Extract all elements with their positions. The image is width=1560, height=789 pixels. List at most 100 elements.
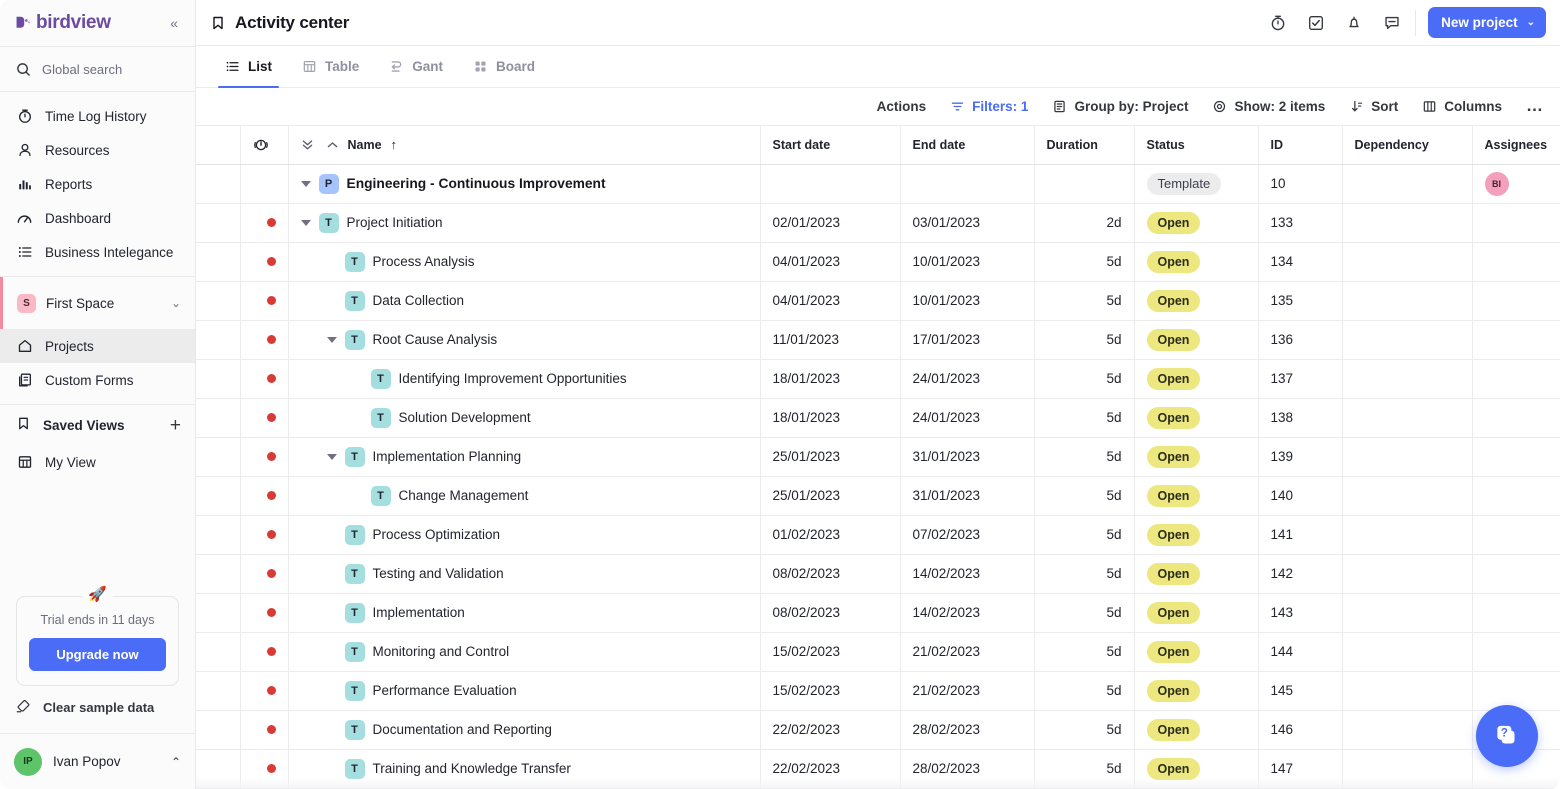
row-duration-cell[interactable]: 5d: [1034, 242, 1135, 282]
row-end-date-cell[interactable]: 21/02/2023: [900, 632, 1035, 672]
col-header-duration[interactable]: Duration: [1034, 126, 1135, 165]
row-name-cell[interactable]: T Implementation: [288, 593, 761, 633]
table-row[interactable]: T Implementation 08/02/2023 14/02/2023 5d Ope…: [196, 593, 1560, 633]
table-row[interactable]: T Implementation Planning 25/01/2023 31/01/…: [196, 437, 1560, 477]
row-status-cell[interactable]: Open: [1134, 437, 1259, 477]
row-collapse-caret[interactable]: [300, 180, 311, 187]
row-status-cell[interactable]: Open: [1134, 593, 1259, 633]
sidebar-item-time-log-history[interactable]: Time Log History: [0, 99, 195, 133]
row-status-cell[interactable]: Open: [1134, 242, 1259, 282]
row-end-date-cell[interactable]: 28/02/2023: [900, 710, 1035, 750]
add-saved-view-button[interactable]: +: [170, 416, 181, 435]
upgrade-now-button[interactable]: Upgrade now: [29, 638, 166, 671]
row-start-date-cell[interactable]: 25/01/2023: [760, 437, 901, 477]
row-end-date-cell[interactable]: 14/02/2023: [900, 593, 1035, 633]
table-row[interactable]: T Root Cause Analysis 11/01/2023 17/01/2023…: [196, 320, 1560, 360]
row-status-cell[interactable]: Open: [1134, 359, 1259, 399]
row-end-date-cell[interactable]: 21/02/2023: [900, 671, 1035, 711]
space-selector[interactable]: S First Space ⌄: [0, 277, 195, 329]
row-collapse-caret[interactable]: [300, 219, 311, 226]
row-dependency-cell[interactable]: [1342, 437, 1473, 477]
row-dependency-cell[interactable]: [1342, 710, 1473, 750]
row-start-date-cell[interactable]: 04/01/2023: [760, 242, 901, 282]
row-status-cell[interactable]: Open: [1134, 632, 1259, 672]
row-dependency-cell[interactable]: [1342, 593, 1473, 633]
actions-button[interactable]: Actions: [877, 99, 927, 114]
row-end-date-cell[interactable]: 14/02/2023: [900, 554, 1035, 594]
row-start-date-cell[interactable]: 25/01/2023: [760, 476, 901, 516]
col-header-assignees[interactable]: Assignees: [1472, 126, 1560, 165]
col-header-id[interactable]: ID: [1258, 126, 1343, 165]
tab-list[interactable]: List: [210, 46, 287, 88]
app-logo[interactable]: birdview: [14, 12, 111, 34]
row-assignees-cell[interactable]: [1472, 359, 1560, 399]
row-name-cell[interactable]: T Training and Knowledge Transfer: [288, 749, 761, 789]
row-status-cell[interactable]: Open: [1134, 476, 1259, 516]
table-row[interactable]: T Performance Evaluation 15/02/2023 21/02/2…: [196, 671, 1560, 711]
col-header-dependency[interactable]: Dependency: [1342, 126, 1473, 165]
row-duration-cell[interactable]: 5d: [1034, 437, 1135, 477]
row-dependency-cell[interactable]: [1342, 359, 1473, 399]
row-duration-cell[interactable]: 5d: [1034, 749, 1135, 789]
checkbox-icon[interactable]: [1307, 14, 1325, 32]
row-dependency-cell[interactable]: [1342, 320, 1473, 360]
row-dependency-cell[interactable]: [1342, 398, 1473, 438]
row-status-cell[interactable]: Open: [1134, 398, 1259, 438]
bookmark-icon[interactable]: [210, 15, 226, 31]
row-duration-cell[interactable]: 5d: [1034, 320, 1135, 360]
tab-board[interactable]: Board: [458, 46, 550, 87]
table-row[interactable]: T Project Initiation 02/01/2023 03/01/2023 2…: [196, 203, 1560, 243]
row-end-date-cell[interactable]: 10/01/2023: [900, 281, 1035, 321]
tab-table[interactable]: Table: [287, 46, 374, 87]
row-name-cell[interactable]: T Performance Evaluation: [288, 671, 761, 711]
sidebar-item-my-view[interactable]: My View: [0, 445, 195, 479]
collapse-all-icon[interactable]: [326, 138, 339, 151]
row-end-date-cell[interactable]: 31/01/2023: [900, 476, 1035, 516]
row-dependency-cell[interactable]: [1342, 281, 1473, 321]
row-start-date-cell[interactable]: 08/02/2023: [760, 554, 901, 594]
sort-button[interactable]: Sort: [1349, 99, 1398, 114]
row-start-date-cell[interactable]: 22/02/2023: [760, 710, 901, 750]
row-start-date-cell[interactable]: 15/02/2023: [760, 632, 901, 672]
sidebar-item-dashboard[interactable]: Dashboard: [0, 201, 195, 235]
row-duration-cell[interactable]: 5d: [1034, 281, 1135, 321]
col-header-name-label[interactable]: Name: [348, 138, 382, 152]
new-project-button[interactable]: New project ⌄: [1428, 7, 1546, 38]
row-dependency-cell[interactable]: [1342, 242, 1473, 282]
group-start-date-cell[interactable]: [760, 164, 901, 204]
row-start-date-cell[interactable]: 08/02/2023: [760, 593, 901, 633]
sidebar-item-resources[interactable]: Resources: [0, 133, 195, 167]
group-duration-cell[interactable]: [1034, 164, 1135, 204]
table-row[interactable]: T Change Management 25/01/2023 31/01/2023 5d…: [196, 476, 1560, 516]
row-duration-cell[interactable]: 5d: [1034, 710, 1135, 750]
group-assignees-cell[interactable]: BI: [1472, 164, 1560, 204]
row-duration-cell[interactable]: 5d: [1034, 515, 1135, 555]
row-duration-cell[interactable]: 5d: [1034, 398, 1135, 438]
row-assignees-cell[interactable]: [1472, 281, 1560, 321]
row-end-date-cell[interactable]: 10/01/2023: [900, 242, 1035, 282]
bell-icon[interactable]: [1345, 14, 1363, 32]
expand-all-icon[interactable]: [301, 138, 314, 151]
row-duration-cell[interactable]: 2d: [1034, 203, 1135, 243]
sidebar-item-reports[interactable]: Reports: [0, 167, 195, 201]
row-assignees-cell[interactable]: [1472, 242, 1560, 282]
sidebar-collapse-button[interactable]: «: [167, 14, 181, 32]
row-status-cell[interactable]: Open: [1134, 320, 1259, 360]
table-row[interactable]: T Data Collection 04/01/2023 10/01/2023 5d Op…: [196, 281, 1560, 321]
table-group-row[interactable]: P Engineering - Continuous Improvement Tem…: [196, 164, 1560, 204]
group-name-cell[interactable]: P Engineering - Continuous Improvement: [288, 164, 761, 204]
row-duration-cell[interactable]: 5d: [1034, 359, 1135, 399]
sidebar-item-projects[interactable]: Projects: [0, 329, 195, 363]
table-row[interactable]: T Monitoring and Control 15/02/2023 21/02/2…: [196, 632, 1560, 672]
row-end-date-cell[interactable]: 24/01/2023: [900, 359, 1035, 399]
columns-button[interactable]: Columns: [1422, 99, 1502, 114]
row-assignees-cell[interactable]: [1472, 593, 1560, 633]
stopwatch-icon[interactable]: [1269, 14, 1287, 32]
tab-gant[interactable]: Gant: [374, 46, 458, 87]
col-header-status[interactable]: Status: [1134, 126, 1259, 165]
sidebar-item-custom-forms[interactable]: Custom Forms: [0, 363, 195, 397]
row-name-cell[interactable]: T Change Management: [288, 476, 761, 516]
row-start-date-cell[interactable]: 04/01/2023: [760, 281, 901, 321]
row-end-date-cell[interactable]: 24/01/2023: [900, 398, 1035, 438]
group-end-date-cell[interactable]: [900, 164, 1035, 204]
